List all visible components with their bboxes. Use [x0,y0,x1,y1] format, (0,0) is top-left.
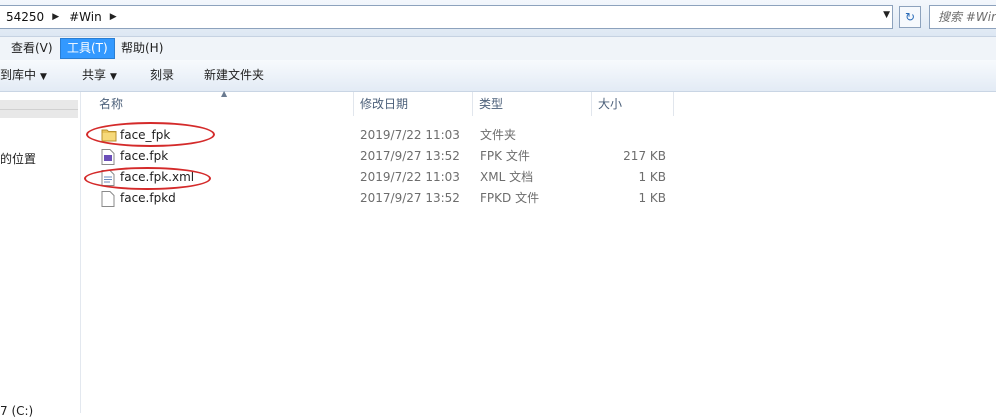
file-date: 2017/9/27 13:52 [360,191,460,205]
file-name: face.fpkd [120,191,176,205]
address-bar: 54250 ▶ #Win ▶ ▼ ↻ 搜索 #Win [0,0,996,37]
command-bar: 到库中 ▼ 共享 ▼ 刻录 新建文件夹 [0,60,996,92]
column-name[interactable]: 名称 [99,92,123,116]
burn-button[interactable]: 刻录 [150,60,174,91]
column-header-row: ▲ 名称 修改日期 类型 大小 [81,89,996,116]
annotation-ellipse-face-fpk [86,122,215,147]
column-type[interactable]: 类型 [479,92,503,116]
file-type: FPKD 文件 [480,191,540,205]
column-divider[interactable] [591,92,592,116]
menu-help[interactable]: 帮助(H) [115,38,169,59]
column-date[interactable]: 修改日期 [360,92,408,116]
file-date: 2019/7/22 11:03 [360,128,460,142]
nav-divider [0,109,78,110]
breadcrumb-separator-icon[interactable]: ▶ [48,12,63,22]
file-size: 217 KB [623,149,666,163]
file-row[interactable]: face.fpk 2017/9/27 13:52 FPK 文件 217 KB [0,146,996,167]
file-size: 1 KB [638,191,666,205]
chevron-down-icon: ▼ [110,72,117,82]
address-dropdown-icon[interactable]: ▼ [883,10,890,20]
column-size[interactable]: 大小 [598,92,622,116]
annotation-ellipse-face-fpk-xml [84,167,211,190]
include-in-library-button[interactable]: 到库中 ▼ [0,60,47,91]
file-size: 1 KB [638,170,666,184]
breadcrumb-win[interactable]: #Win [63,10,106,24]
sort-ascending-icon: ▲ [221,89,228,98]
search-input[interactable]: 搜索 #Win [929,5,996,29]
file-name: face.fpk [120,149,169,163]
file-type: FPK 文件 [480,149,530,163]
file-type: XML 文档 [480,170,534,184]
new-folder-button[interactable]: 新建文件夹 [204,60,264,91]
file-date: 2017/9/27 13:52 [360,149,460,163]
menu-tools[interactable]: 工具(T) [60,38,115,59]
menu-view[interactable]: 查看(V) [5,38,59,59]
breadcrumb-separator-icon[interactable]: ▶ [106,12,121,22]
share-label: 共享 [82,68,107,82]
chevron-down-icon: ▼ [40,72,47,82]
address-field[interactable]: 54250 ▶ #Win ▶ ▼ [0,5,893,29]
breadcrumb-54250[interactable]: 54250 [0,10,48,24]
refresh-button[interactable]: ↻ [899,6,921,28]
file-date: 2019/7/22 11:03 [360,170,460,184]
column-divider[interactable] [673,92,674,116]
blank-file-icon [101,191,115,207]
nav-item-drive-c[interactable]: 7 (C:) [0,404,33,418]
share-button[interactable]: 共享 ▼ [82,60,117,91]
column-divider[interactable] [353,92,354,116]
menu-bar: 查看(V) 工具(T) 帮助(H) [0,37,996,61]
column-divider[interactable] [472,92,473,116]
file-type: 文件夹 [480,128,517,142]
fpk-file-icon [101,149,115,165]
file-row[interactable]: face.fpkd 2017/9/27 13:52 FPKD 文件 1 KB [0,188,996,209]
include-in-library-label: 到库中 [0,68,37,82]
